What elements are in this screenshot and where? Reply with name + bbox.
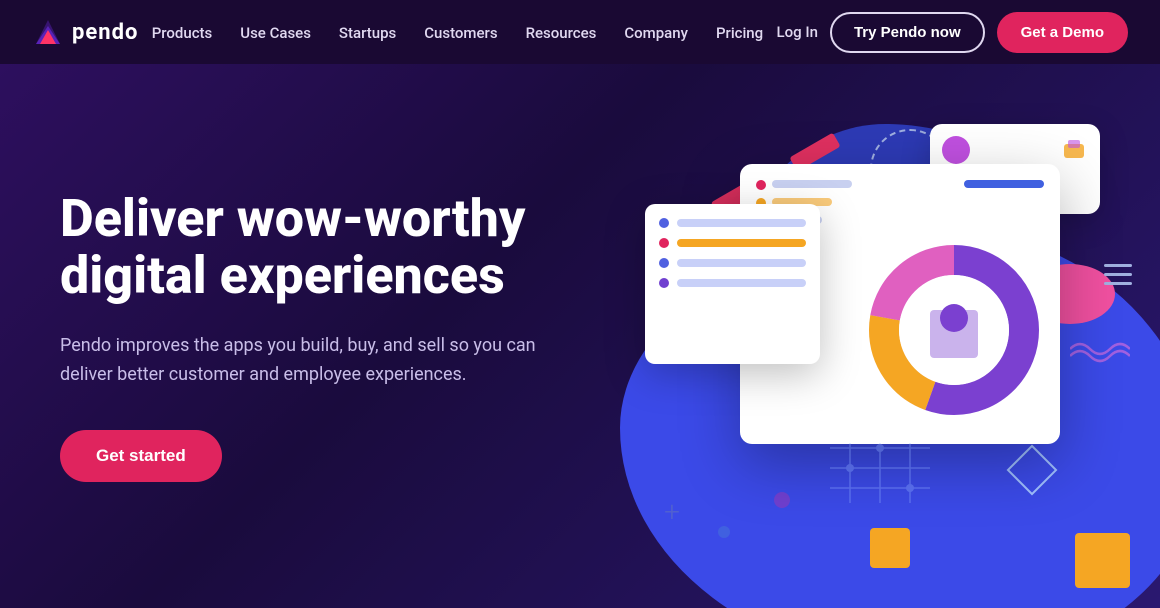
brand-name: pendo	[72, 20, 138, 45]
list-bar-4	[677, 279, 806, 287]
nav-item-startups[interactable]: Startups	[339, 23, 396, 42]
card-dot-red	[756, 180, 766, 190]
list-row-1	[659, 218, 806, 228]
navbar: pendo Products Use Cases Startups Custom…	[0, 0, 1160, 64]
list-bar-1	[677, 219, 806, 227]
deco-circuit-svg	[820, 438, 940, 518]
try-pendo-button[interactable]: Try Pendo now	[830, 12, 985, 53]
list-dot-3	[659, 258, 669, 268]
list-row-2	[659, 238, 806, 248]
hero-content: Deliver wow-worthy digital experiences P…	[60, 190, 540, 482]
hero-title: Deliver wow-worthy digital experiences	[60, 190, 540, 304]
bubble-icon	[1060, 136, 1088, 164]
deco-hamburger-lines	[1104, 264, 1132, 285]
card-bar-1	[772, 180, 852, 188]
bubble-dot	[942, 136, 970, 164]
deco-purple-wave-svg	[1070, 334, 1130, 364]
deco-line-2	[1104, 273, 1132, 276]
deco-blue-dot-1	[718, 526, 730, 538]
hero-illustration: + →	[480, 64, 1160, 608]
hero-description: Pendo improves the apps you build, buy, …	[60, 332, 540, 390]
list-dot-4	[659, 278, 669, 288]
deco-line-1	[1104, 264, 1132, 267]
nav-links: Products Use Cases Startups Customers Re…	[152, 23, 763, 42]
pendo-logo-icon	[32, 16, 64, 48]
list-card	[645, 204, 820, 364]
logo[interactable]: pendo	[32, 16, 138, 48]
nav-right: Log In Try Pendo now Get a Demo	[776, 12, 1128, 53]
nav-item-use-cases[interactable]: Use Cases	[240, 23, 311, 42]
login-link[interactable]: Log In	[776, 23, 817, 41]
list-dot-2	[659, 238, 669, 248]
deco-purple-dot	[774, 492, 790, 508]
nav-item-products[interactable]: Products	[152, 23, 213, 42]
donut-chart	[864, 240, 1044, 420]
deco-orange-rect-2	[870, 528, 910, 568]
donut-chart-svg	[864, 240, 1044, 420]
list-row-3	[659, 258, 806, 268]
list-bar-3	[677, 259, 806, 267]
deco-orange-rect-1	[1075, 533, 1130, 588]
nav-item-resources[interactable]: Resources	[526, 23, 597, 42]
get-demo-button[interactable]: Get a Demo	[997, 12, 1128, 53]
nav-item-pricing[interactable]: Pricing	[716, 23, 763, 42]
get-started-button[interactable]: Get started	[60, 430, 222, 482]
deco-plus-icon: +	[664, 495, 680, 528]
list-dot-1	[659, 218, 669, 228]
nav-item-company[interactable]: Company	[624, 23, 688, 42]
deco-line-3	[1104, 282, 1132, 285]
hero-section: Deliver wow-worthy digital experiences P…	[0, 64, 1160, 608]
list-row-4	[659, 278, 806, 288]
nav-item-customers[interactable]: Customers	[424, 23, 497, 42]
list-bar-2	[677, 239, 806, 247]
card-blue-bar	[964, 180, 1044, 188]
